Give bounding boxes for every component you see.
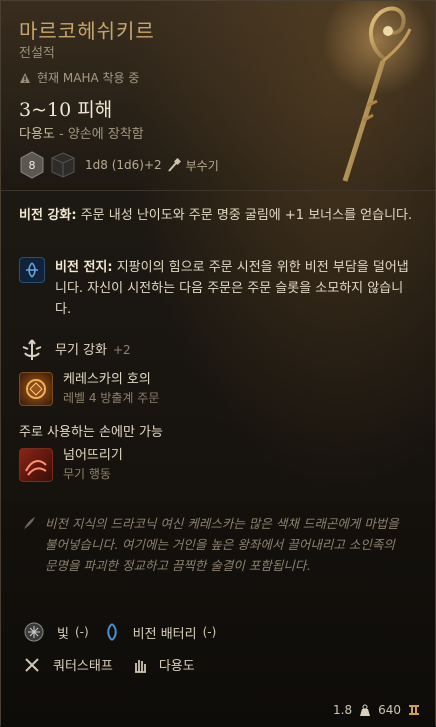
weight-value: 1.8 xyxy=(333,703,353,717)
damage-type: 부수기 xyxy=(185,158,219,173)
item-title: 마르코헤쉬키르 xyxy=(19,19,155,43)
item-tooltip: 마르코헤쉬키르 전설적 현재 MAHA 착용 중 3~10 피해 다용도 - 양… xyxy=(0,0,436,727)
spell-keresskas-favour[interactable]: 케레스카의 호의 레벨 4 방출계 주문 xyxy=(19,371,159,406)
tag-row-1: 빛 (-) 비전 배터리 (-) xyxy=(23,621,216,643)
weapon-enchantment: 무기 강화 +2 xyxy=(19,337,131,363)
arcane-battery[interactable]: 비전 전지: 지팡이의 힘으로 주문 시전을 위한 비전 부담을 덜어냅니다. … xyxy=(19,257,417,320)
d6-die-icon xyxy=(51,152,75,178)
damage-range: 3~10 피해 xyxy=(19,99,113,121)
keresskas-favour-text: 케레스카의 호의 레벨 4 방출계 주문 xyxy=(63,371,159,406)
d8-die-icon: 8 xyxy=(20,151,44,179)
battery-label: 비전 배터리 xyxy=(132,626,197,642)
bludgeon-icon xyxy=(167,158,181,172)
quarterstaff-icon xyxy=(25,657,39,672)
keresskas-favour-sub: 레벨 4 방출계 주문 xyxy=(63,391,160,405)
arcane-battery-desc: 비전 전지: 지팡이의 힘으로 주문 시전을 위한 비전 부담을 덜어냅니다. … xyxy=(55,257,415,320)
flavor-text: 비전 지식의 드라코닉 여신 케레스카는 많은 색채 드래곤에게 마법을 불어넣… xyxy=(45,516,399,573)
keresskas-favour-name: 케레스카의 호의 xyxy=(63,372,151,387)
light-label: 빛 xyxy=(57,626,69,642)
handedness: 다용도 - 양손에 장착함 xyxy=(19,123,144,142)
light-icon xyxy=(24,622,44,642)
gold-value: 640 xyxy=(378,703,401,717)
arcane-enhancement-title: 비전 강화: xyxy=(19,208,77,223)
handedness-label: 다용도 xyxy=(19,127,55,142)
footer-bar: 1.8 640 xyxy=(1,695,435,725)
enchant-value: +2 xyxy=(112,343,131,357)
quill-icon xyxy=(24,517,35,529)
dice-formula: 1d8 (1d6)+2 xyxy=(85,158,162,172)
arcane-battery-icon xyxy=(19,257,45,283)
topple-sub: 무기 행동 xyxy=(63,467,111,481)
arcane-battery-tag-icon xyxy=(106,623,117,641)
damage-dice-row: 8 1d8 (1d6)+2 부수기 xyxy=(19,151,219,179)
topple-icon xyxy=(19,447,53,482)
item-rarity: 전설적 xyxy=(19,46,55,61)
warning-icon xyxy=(20,72,30,83)
arcane-enhancement-text: 주문 내성 난이도와 주문 명중 굴림에 +1 보너스를 얻습니다. xyxy=(76,208,413,223)
keresskas-favour-icon xyxy=(19,371,53,406)
action-topple[interactable]: 넘어뜨리기 무기 행동 xyxy=(19,447,123,482)
versatile-label: 다용도 xyxy=(158,659,195,674)
arcane-enhancement: 비전 강화: 주문 내성 난이도와 주문 명중 굴림에 +1 보너스를 얻습니다… xyxy=(19,205,417,226)
weight-icon xyxy=(360,704,371,716)
enchant-icon xyxy=(22,339,42,360)
weapon-type: 쿼터스태프 xyxy=(53,659,113,674)
enchant-label: 무기 강화 xyxy=(55,342,107,358)
topple-name: 넘어뜨리기 xyxy=(63,448,123,463)
equipped-notice: 현재 MAHA 착용 중 xyxy=(19,69,139,86)
arcane-battery-title: 비전 전지: xyxy=(55,260,113,275)
topple-text: 넘어뜨리기 무기 행동 xyxy=(63,447,123,482)
versatile-hand-icon xyxy=(134,659,146,673)
battery-value: (-) xyxy=(202,625,217,639)
light-value: (-) xyxy=(74,625,89,639)
handedness-detail: - 양손에 장착함 xyxy=(54,127,144,142)
staff-illustration xyxy=(322,1,432,182)
d8-die-label: 8 xyxy=(29,159,36,172)
gold-icon xyxy=(409,705,419,715)
main-hand-only-note: 주로 사용하는 손에만 가능 xyxy=(19,425,163,440)
header-divider xyxy=(1,190,435,191)
equipped-notice-text: 현재 MAHA 착용 중 xyxy=(37,71,140,85)
tag-row-2: 쿼터스태프 다용도 xyxy=(23,655,195,674)
